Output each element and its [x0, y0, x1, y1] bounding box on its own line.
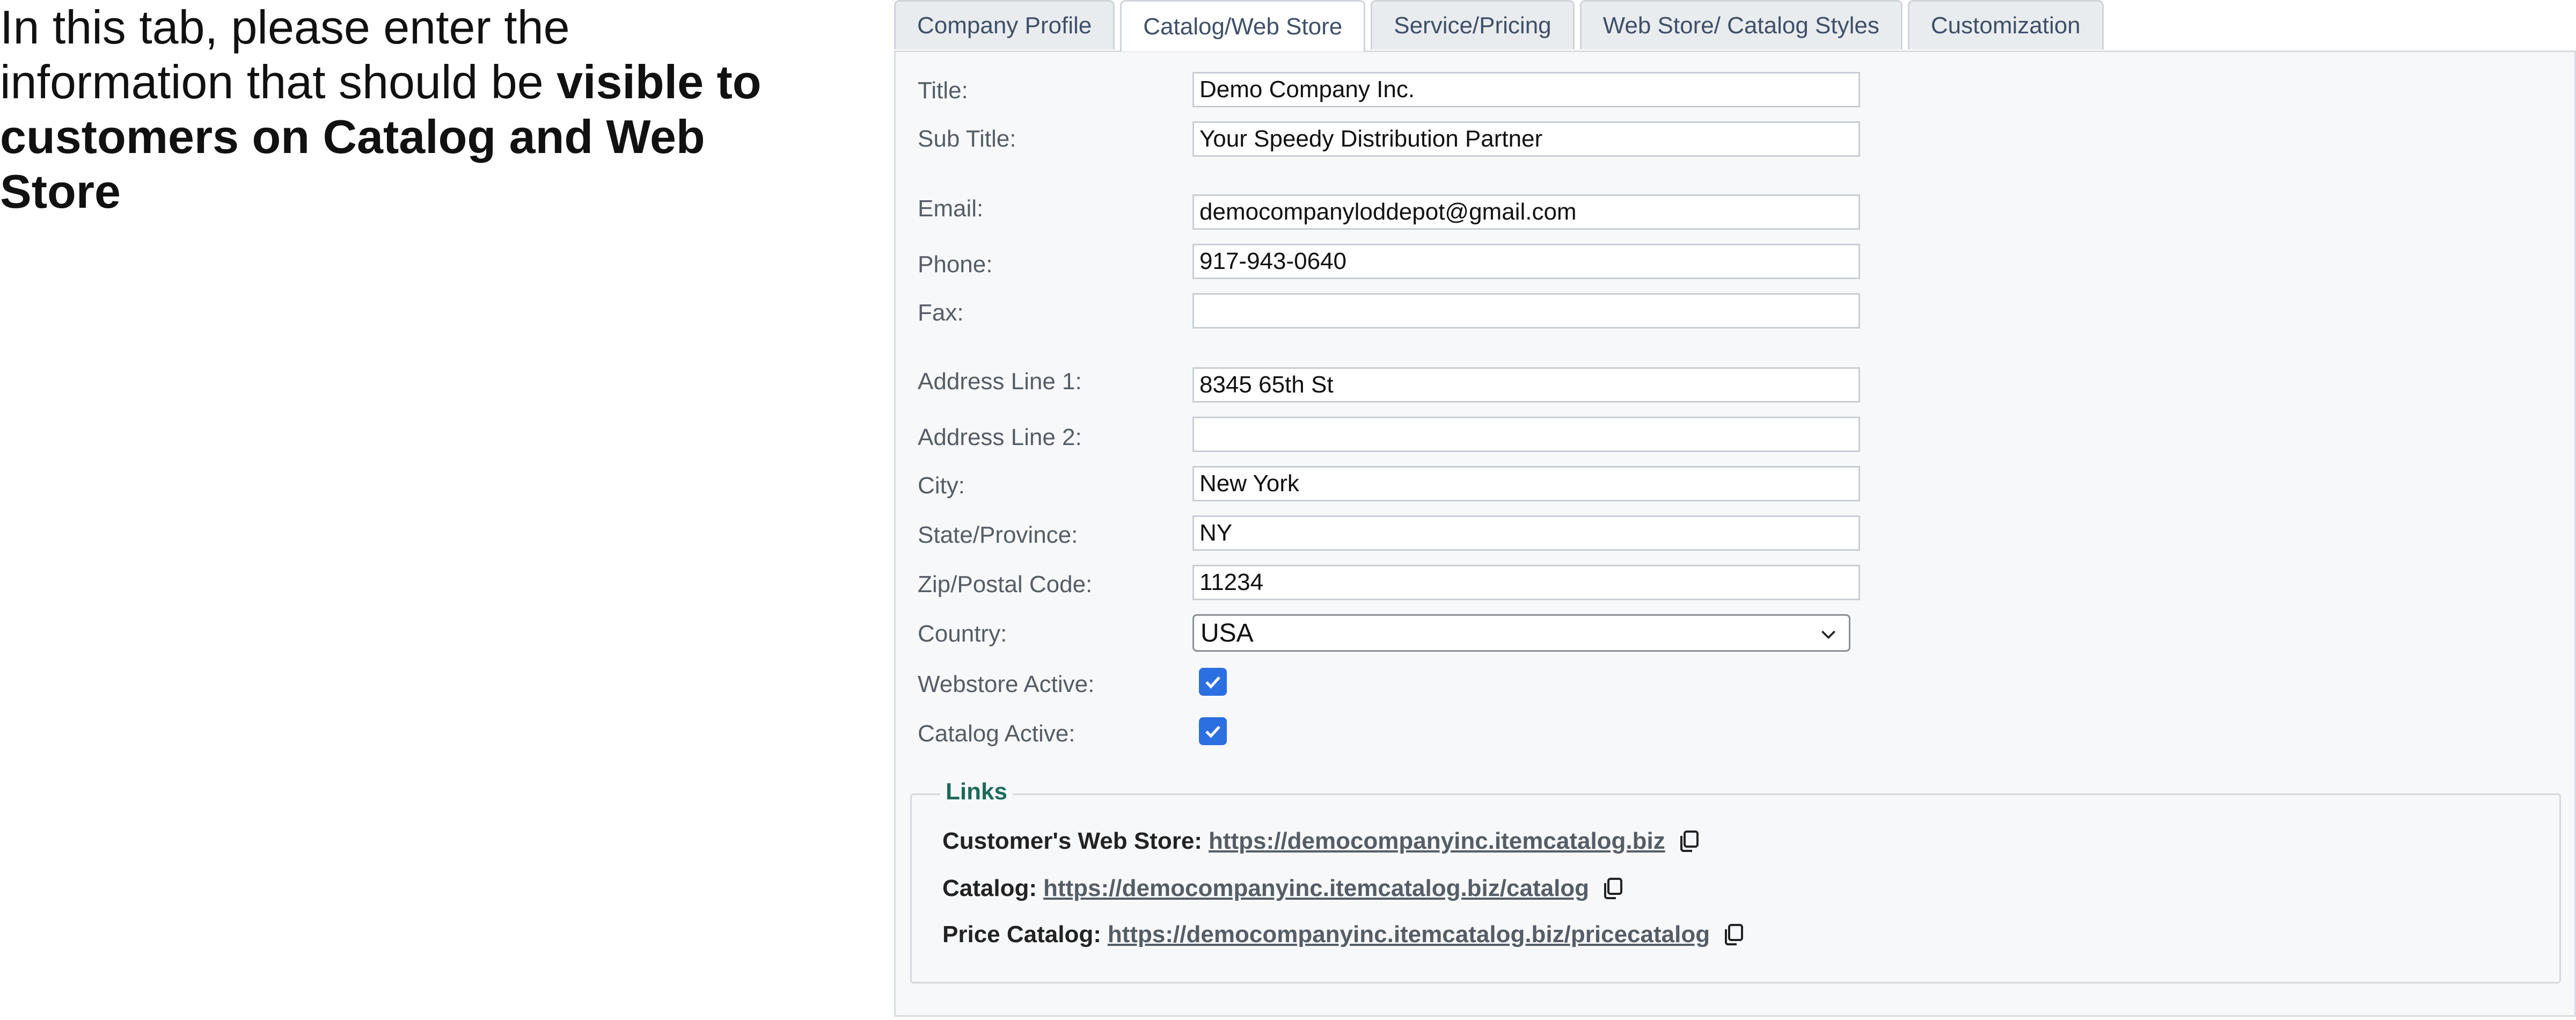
city-input[interactable]	[1192, 466, 1860, 501]
webstore-active-label: Webstore Active:	[918, 671, 1095, 697]
address-line-2-label: Address Line 2:	[918, 424, 1082, 450]
email-label: Email:	[918, 195, 984, 222]
catalog-link-label: Catalog:	[942, 875, 1037, 901]
tab-customization[interactable]: Customization	[1907, 0, 2104, 49]
address-line-1-input[interactable]	[1192, 367, 1860, 403]
phone-input[interactable]	[1192, 244, 1860, 279]
subtitle-input[interactable]	[1192, 121, 1860, 157]
phone-label: Phone:	[918, 251, 993, 278]
chevron-down-icon	[1821, 630, 1835, 639]
intro-text-plain: In this tab, please enter the informatio…	[0, 1, 570, 108]
link-row-catalog: Catalog: https://democompanyinc.itemcata…	[942, 875, 1626, 902]
tab-bar: Company Profile Catalog/Web Store Servic…	[894, 0, 2104, 52]
copy-icon[interactable]	[1721, 922, 1746, 948]
country-select[interactable]: USA	[1192, 614, 1850, 652]
price-catalog-link[interactable]: https://democompanyinc.itemcatalog.biz/p…	[1108, 921, 1710, 948]
check-icon	[1205, 726, 1220, 738]
title-label: Title:	[918, 77, 968, 104]
tab-web-store-catalog-styles[interactable]: Web Store/ Catalog Styles	[1579, 0, 1902, 49]
webstore-active-checkbox[interactable]	[1199, 668, 1227, 696]
fax-input[interactable]	[1192, 293, 1860, 329]
price-catalog-link-label: Price Catalog:	[942, 921, 1101, 948]
zip-label: Zip/Postal Code:	[918, 571, 1093, 598]
zip-input[interactable]	[1192, 565, 1860, 600]
state-label: State/Province:	[918, 522, 1078, 548]
copy-icon[interactable]	[1676, 828, 1702, 854]
tab-company-profile[interactable]: Company Profile	[894, 0, 1115, 49]
links-legend: Links	[940, 778, 1013, 805]
email-input[interactable]	[1192, 194, 1860, 230]
fax-label: Fax:	[918, 300, 964, 326]
intro-text: In this tab, please enter the informatio…	[0, 0, 805, 219]
country-select-value: USA	[1201, 618, 1254, 647]
catalog-active-label: Catalog Active:	[918, 720, 1075, 747]
subtitle-label: Sub Title:	[918, 126, 1016, 152]
tab-service-pricing[interactable]: Service/Pricing	[1371, 0, 1575, 49]
title-input[interactable]	[1192, 72, 1860, 107]
tab-catalog-web-store[interactable]: Catalog/Web Store	[1120, 0, 1366, 52]
country-label: Country:	[918, 621, 1007, 647]
catalog-active-checkbox[interactable]	[1199, 717, 1227, 745]
state-input[interactable]	[1192, 515, 1860, 551]
check-icon	[1205, 676, 1220, 689]
link-row-price-catalog: Price Catalog: https://democompanyinc.it…	[942, 921, 1746, 948]
address-line-2-input[interactable]	[1192, 417, 1860, 452]
web-store-link[interactable]: https://democompanyinc.itemcatalog.biz	[1209, 828, 1665, 855]
copy-icon[interactable]	[1600, 876, 1626, 901]
web-store-link-label: Customer's Web Store:	[942, 828, 1202, 854]
address-line-1-label: Address Line 1:	[918, 368, 1082, 395]
catalog-link[interactable]: https://democompanyinc.itemcatalog.biz/c…	[1043, 875, 1589, 902]
link-row-web-store: Customer's Web Store: https://democompan…	[942, 828, 1702, 855]
city-label: City:	[918, 472, 965, 499]
